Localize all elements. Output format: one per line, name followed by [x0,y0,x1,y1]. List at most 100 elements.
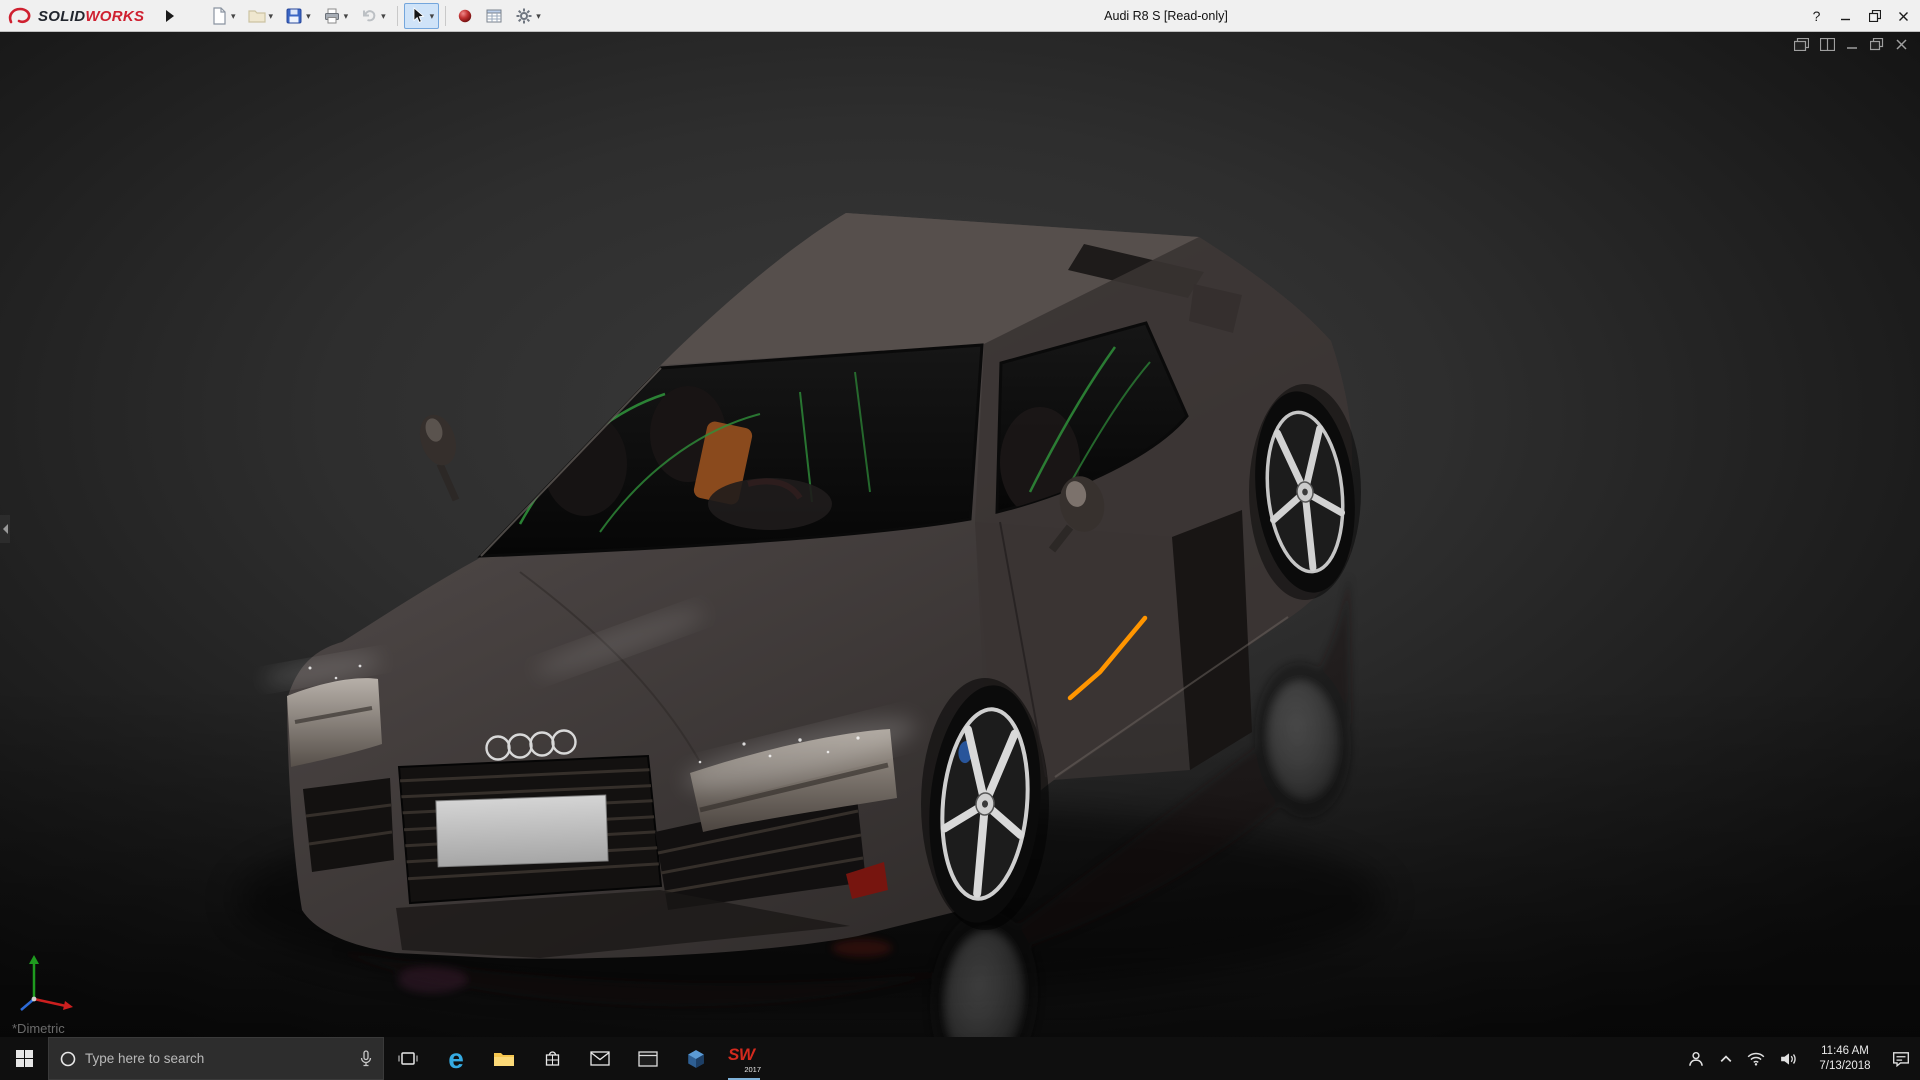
window-controls: ? [1802,0,1918,32]
new-window-icon[interactable] [1794,38,1809,51]
dropdown-arrow-icon[interactable]: ▾ [430,12,435,21]
task-view-icon [398,1051,418,1067]
store-bag-icon [544,1050,561,1067]
collapse-arrow-icon [3,524,8,534]
design-table-button[interactable] [480,3,508,29]
orientation-triad [12,951,82,1021]
new-document-icon [210,7,228,25]
close-icon [1898,11,1909,22]
action-center-button[interactable] [1892,1051,1910,1067]
dropdown-arrow-icon[interactable]: ▾ [269,12,274,21]
design-table-icon [485,7,503,25]
sw-year: 2017 [744,1065,761,1074]
title-bar: SOLIDWORKS ▾ ▾ [0,0,1920,32]
hidden-icons-button[interactable] [1720,1055,1732,1063]
restore-icon [1869,10,1881,22]
taskbar-search[interactable] [48,1037,384,1080]
triad-origin [32,997,37,1002]
license-plate [436,795,608,867]
cortana-icon [59,1050,77,1068]
left-intake [303,778,394,872]
y-axis-arrow [29,955,39,964]
windows-logo-icon [16,1050,33,1067]
app-window-button[interactable] [624,1037,672,1080]
restore-document-icon[interactable] [1870,38,1884,51]
document-window-controls [1794,38,1908,51]
panel-collapse-tab[interactable] [0,515,10,543]
network-button[interactable] [1747,1052,1765,1066]
people-button[interactable] [1687,1051,1705,1067]
cube-app-button[interactable] [672,1037,720,1080]
maximize-button[interactable] [1860,2,1889,30]
gear-icon [515,7,533,25]
windows-taskbar: e [0,1037,1920,1080]
clock-time: 11:46 AM [1813,1044,1877,1059]
edge-icon: e [448,1045,464,1073]
options-button[interactable]: ▾ [510,3,546,29]
blue-cube-icon [686,1049,706,1069]
minimize-button[interactable] [1831,2,1860,30]
task-view-button[interactable] [384,1037,432,1080]
minimize-document-icon[interactable] [1846,38,1859,51]
solidworks-brand: SOLIDWORKS [8,0,144,32]
store-button[interactable] [528,1037,576,1080]
open-folder-icon [248,7,266,25]
select-cursor-icon [409,7,427,25]
dropdown-arrow-icon[interactable]: ▾ [231,12,236,21]
toolbar-separator [445,6,446,26]
open-button[interactable]: ▾ [243,3,279,29]
taskbar-clock[interactable]: 11:46 AM 7/13/2018 [1813,1044,1877,1074]
action-center-icon [1892,1051,1910,1067]
dropdown-arrow-icon[interactable]: ▾ [381,12,386,21]
mail-button[interactable] [576,1037,624,1080]
sw-letters: SW [728,1045,754,1065]
volume-button[interactable] [1780,1052,1798,1066]
appearance-sphere-icon [457,8,473,24]
solidworks-taskbar-icon: SW 2017 [727,1044,761,1074]
clock-date: 7/13/2018 [1813,1059,1877,1074]
start-button[interactable] [0,1037,48,1080]
appearances-button[interactable] [452,3,478,29]
dropdown-arrow-icon[interactable]: ▾ [344,12,349,21]
brand-text: SOLIDWORKS [38,8,144,25]
microphone-icon[interactable] [359,1050,373,1067]
minimize-icon [1840,11,1851,22]
wifi-icon [1747,1052,1765,1066]
tile-window-icon[interactable] [1820,38,1835,51]
select-tool-button[interactable]: ▾ [404,3,440,29]
viewport-canvas[interactable] [0,32,1920,1037]
window-title: Audi R8 S [Read-only] [1016,0,1316,32]
undo-icon [360,7,378,25]
mail-envelope-icon [590,1051,610,1066]
new-document-button[interactable]: ▾ [205,3,241,29]
solidworks-app-button[interactable]: SW 2017 [720,1037,768,1080]
app-window-icon [638,1051,658,1067]
dassault-logo-icon [8,6,34,26]
speaker-icon [1780,1052,1798,1066]
x-axis-arrow [63,1001,73,1010]
system-tray: 11:46 AM 7/13/2018 [1687,1037,1920,1080]
brand-solid: SOLID [38,8,85,25]
dropdown-arrow-icon[interactable]: ▾ [306,12,311,21]
dropdown-arrow-icon[interactable]: ▾ [536,12,541,21]
main-toolbar: ▾ ▾ ▾ [205,3,546,29]
view-orientation-label: *Dimetric [12,1021,65,1036]
print-button[interactable]: ▾ [318,3,354,29]
undo-button[interactable]: ▾ [355,3,391,29]
close-button[interactable] [1889,2,1918,30]
save-button[interactable]: ▾ [280,3,316,29]
brand-works: WORKS [85,8,144,25]
chevron-up-icon [1720,1055,1732,1063]
file-explorer-icon [493,1050,515,1068]
graphics-viewport[interactable]: *Dimetric [0,32,1920,1037]
edge-browser-button[interactable]: e [432,1037,480,1080]
solidworks-window: SOLIDWORKS ▾ ▾ [0,0,1920,1080]
menu-flyout-arrow-icon[interactable] [166,10,174,22]
file-explorer-button[interactable] [480,1037,528,1080]
help-button[interactable]: ? [1802,2,1831,30]
toolbar-separator [397,6,398,26]
save-icon [285,7,303,25]
print-icon [323,7,341,25]
search-input[interactable] [85,1051,351,1066]
close-document-icon[interactable] [1895,38,1908,51]
